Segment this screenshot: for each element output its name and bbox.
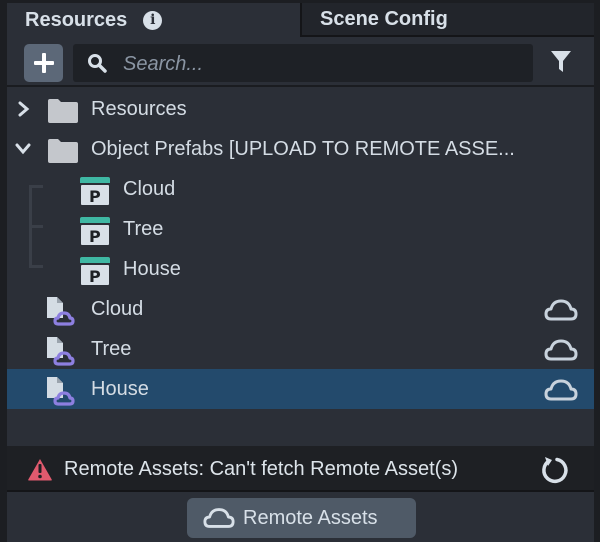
tree-item-resources[interactable]: Resources bbox=[7, 89, 594, 129]
svg-text:P: P bbox=[89, 267, 101, 286]
folder-icon bbox=[48, 99, 78, 123]
status-bar: Remote Assets: Can't fetch Remote Asset(… bbox=[7, 446, 594, 492]
status-message: Remote Assets: Can't fetch Remote Asset(… bbox=[64, 458, 458, 480]
refresh-icon[interactable] bbox=[540, 455, 570, 485]
tab-resources[interactable]: Resources i bbox=[7, 3, 300, 37]
remote-assets-button[interactable]: Remote Assets bbox=[187, 498, 416, 538]
tree-item-prefab-cloud[interactable]: P Cloud bbox=[7, 169, 594, 209]
prefab-icon: P bbox=[80, 217, 110, 246]
cloud-icon[interactable] bbox=[544, 339, 578, 361]
cloud-icon[interactable] bbox=[544, 299, 578, 321]
add-button[interactable] bbox=[24, 44, 63, 82]
svg-text:P: P bbox=[89, 187, 101, 206]
tree-item-label: Object Prefabs [UPLOAD TO REMOTE ASSE... bbox=[91, 138, 515, 160]
tab-scene-config[interactable]: Scene Config bbox=[300, 3, 594, 37]
info-icon[interactable]: i bbox=[143, 10, 163, 30]
filter-icon[interactable] bbox=[550, 50, 572, 74]
tree-item-remote-tree[interactable]: Tree bbox=[7, 329, 594, 369]
svg-text:P: P bbox=[89, 227, 101, 246]
tree-item-remote-cloud[interactable]: Cloud bbox=[7, 289, 594, 329]
remote-asset-icon bbox=[47, 337, 75, 366]
remote-assets-button-label: Remote Assets bbox=[243, 506, 378, 529]
cloud-icon[interactable] bbox=[544, 379, 578, 401]
tree-item-object-prefabs[interactable]: Object Prefabs [UPLOAD TO REMOTE ASSE... bbox=[7, 129, 594, 169]
chevron-right-icon[interactable] bbox=[17, 101, 31, 117]
tree-item-label: Resources bbox=[91, 98, 187, 120]
tree-item-label: House bbox=[123, 258, 181, 280]
resources-panel: Resources i Scene Config Search... Resou… bbox=[7, 3, 594, 542]
tree-item-label: Cloud bbox=[123, 178, 176, 200]
remote-asset-icon bbox=[47, 297, 75, 326]
remote-asset-icon bbox=[47, 377, 75, 406]
plus-icon bbox=[33, 53, 54, 73]
warning-icon bbox=[27, 456, 53, 482]
tree-item-label: Cloud bbox=[91, 298, 144, 320]
prefab-icon: P bbox=[80, 177, 110, 206]
tree-item-label: House bbox=[91, 378, 149, 400]
tree-item-remote-house[interactable]: House bbox=[7, 369, 594, 409]
search-box bbox=[73, 44, 533, 84]
tab-bar: Resources i Scene Config bbox=[7, 3, 594, 37]
prefab-icon: P bbox=[80, 257, 110, 286]
tree-item-label: Tree bbox=[123, 218, 164, 240]
tree-item-prefab-tree[interactable]: P Tree bbox=[7, 209, 594, 249]
tab-label: Resources bbox=[25, 8, 128, 31]
search-input[interactable] bbox=[121, 44, 525, 84]
toolbar bbox=[7, 37, 594, 87]
folder-icon bbox=[48, 139, 78, 163]
cloud-icon bbox=[203, 508, 235, 528]
tree-item-prefab-house[interactable]: P House bbox=[7, 249, 594, 289]
chevron-down-icon[interactable] bbox=[15, 142, 31, 156]
search-icon bbox=[88, 54, 107, 73]
tree-item-label: Tree bbox=[91, 338, 132, 360]
tab-label: Scene Config bbox=[320, 7, 448, 30]
